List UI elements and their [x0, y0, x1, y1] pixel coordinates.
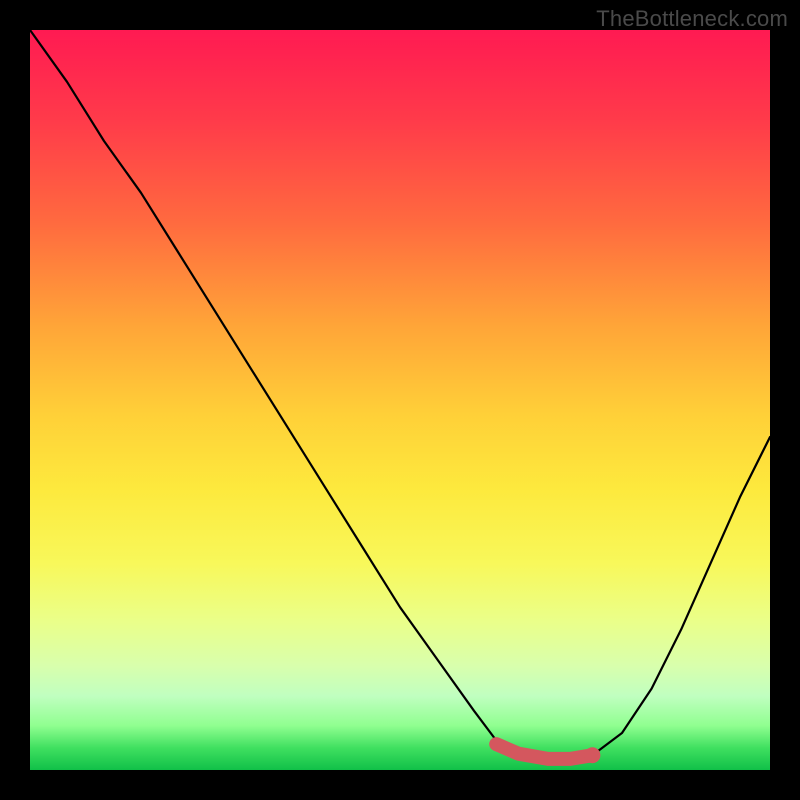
chart-plot-area: [30, 30, 770, 770]
optimal-marker-segment: [496, 744, 592, 759]
optimal-marker-point: [584, 747, 600, 763]
chart-frame: TheBottleneck.com: [0, 0, 800, 800]
bottleneck-curve: [30, 30, 770, 763]
chart-svg: [30, 30, 770, 770]
watermark-text: TheBottleneck.com: [596, 6, 788, 32]
